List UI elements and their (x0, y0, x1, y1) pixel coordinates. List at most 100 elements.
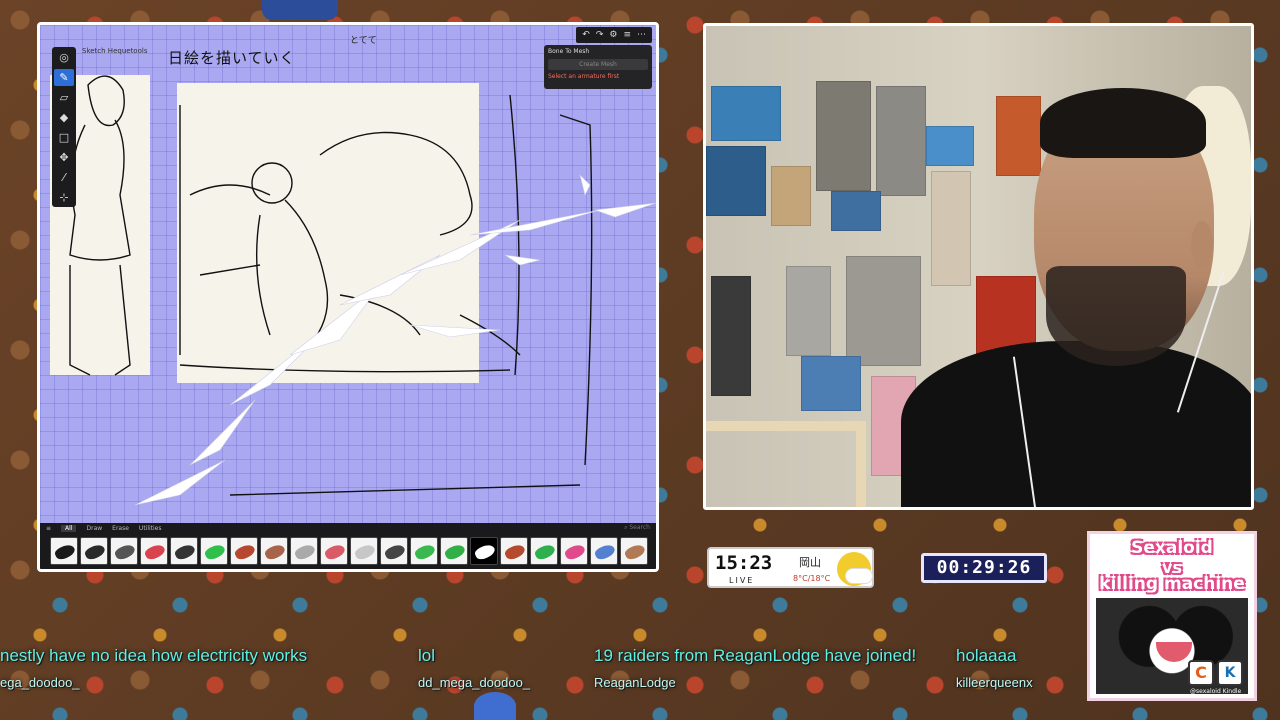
brush-stroke-icon (143, 542, 167, 562)
select-tool-icon[interactable]: ◎ (54, 49, 74, 66)
redo-icon[interactable]: ↷ (596, 30, 604, 40)
brush-green-brush[interactable] (200, 537, 228, 565)
brush-brown-brush[interactable] (260, 537, 288, 565)
brush-red-brush[interactable] (140, 537, 168, 565)
brush-green-brush-4[interactable] (530, 537, 558, 565)
brush-pink-red-brush[interactable] (320, 537, 348, 565)
sun-cloud-icon (837, 552, 873, 586)
temp-high: 18°C (810, 574, 831, 583)
brush-charcoal-brush[interactable] (170, 537, 198, 565)
brush-ink-brush[interactable] (50, 537, 78, 565)
tool-hint: Sketch Hequetools (82, 47, 148, 55)
promo-caption: @sexaloid Kindle (1190, 688, 1242, 695)
eraser-tool-icon[interactable]: ▱ (54, 89, 74, 106)
promo-title-1: Sexaloid (1131, 538, 1213, 558)
brush-ink-brush-2[interactable] (80, 537, 108, 565)
brush-row (50, 537, 648, 565)
brush-search-placeholder: Search (629, 524, 650, 531)
ref-figure-legs (69, 264, 131, 376)
fill-tool-icon[interactable]: ◆ (54, 109, 74, 126)
pen-cup (711, 276, 751, 396)
person-beard (1046, 266, 1186, 366)
brush-search[interactable]: ⌕ Search (624, 524, 650, 532)
shape-tool-icon[interactable]: □ (54, 129, 74, 146)
shard-1 (134, 459, 226, 506)
promo-title-2: killing machine (1099, 574, 1245, 594)
tab-erase[interactable]: Erase (112, 525, 129, 532)
brush-stroke-icon (563, 542, 587, 562)
art-app-window: 日絵を描いていく とてて Sketch Hequetools ◎ ✎ ▱ ◆ □… (37, 22, 659, 572)
bone-to-mesh-panel: Bone To Mesh Create Mesh Select an armat… (544, 45, 652, 89)
ref-figure-body (69, 119, 131, 261)
top-sprite (262, 0, 338, 20)
tab-all[interactable]: All (61, 525, 77, 532)
transform-tool-icon[interactable]: ✥ (54, 149, 74, 166)
brush-stroke-icon (83, 542, 107, 562)
shard-9 (409, 324, 501, 338)
brush-pink-brush[interactable] (560, 537, 588, 565)
panel-warning: Select an armature first (548, 73, 620, 80)
sketch-arm (319, 131, 473, 236)
shard-5 (339, 254, 441, 306)
create-mesh-button[interactable]: Create Mesh (548, 59, 648, 70)
shelf (706, 421, 866, 431)
brush-rust-brush[interactable] (230, 537, 258, 565)
brush-hatch-brush[interactable] (380, 537, 408, 565)
brush-rust-brush-2[interactable] (500, 537, 528, 565)
clock-widget: 15:23 LIVE 岡山 8°C/18°C (707, 547, 874, 588)
wall-photo (801, 356, 861, 411)
brush-stroke-icon (623, 542, 647, 562)
brush-stroke-icon (473, 542, 497, 562)
tab-utilities[interactable]: Utilities (139, 525, 162, 532)
more-icon[interactable]: ⋯ (637, 30, 646, 40)
temperature: 8°C/18°C (793, 574, 830, 583)
live-label: LIVE (729, 576, 755, 585)
brush-tabs: ≡ All Draw Erase Utilities (40, 523, 656, 534)
layers-icon[interactable]: ≡ (623, 30, 631, 40)
chat-message: nestly have no idea how electricity work… (0, 646, 308, 665)
wall-photo (931, 171, 971, 286)
menu-icon[interactable]: ≡ (46, 525, 51, 532)
brush-splatter-brush[interactable] (470, 537, 498, 565)
wall-photo (711, 86, 781, 141)
wall-photo (846, 256, 921, 366)
shard-6 (399, 219, 521, 276)
brush-stroke-icon (53, 542, 77, 562)
brush-stroke-icon (233, 542, 257, 562)
brush-green-brush-2[interactable] (410, 537, 438, 565)
wall-photo (816, 81, 871, 191)
wall-photo (996, 96, 1041, 176)
brush-tool-icon[interactable]: ✎ (54, 69, 74, 86)
brush-stroke-icon (203, 542, 227, 562)
brush-green-brush-3[interactable] (440, 537, 468, 565)
brush-stroke-icon (293, 542, 317, 562)
c-logo-icon: C (1188, 660, 1214, 686)
chat-username: ReaganLodge (594, 675, 676, 690)
brush-pencil-brush[interactable] (110, 537, 138, 565)
brush-stroke-icon (593, 542, 617, 562)
chat-username: dd_mega_doodoo_ (418, 675, 531, 690)
lasso-tool-icon[interactable]: ⊹ (54, 189, 74, 206)
brush-stroke-icon (533, 542, 557, 562)
brush-tan-brush[interactable] (620, 537, 648, 565)
panel-title: Bone To Mesh (548, 48, 590, 55)
webcam-feed (703, 23, 1254, 510)
shard-11 (504, 254, 541, 266)
brush-light-brush[interactable] (350, 537, 378, 565)
brush-stroke-icon (503, 542, 527, 562)
top-right-toolbar: ↶ ↷ ⚙ ≡ ⋯ (576, 27, 652, 43)
brush-stroke-icon (413, 542, 437, 562)
brush-stroke-icon (263, 542, 287, 562)
chat-username: killeerqueenx (956, 675, 1033, 690)
ref-figure-head (87, 75, 125, 127)
wall-photo (706, 146, 766, 216)
brush-blue-brush[interactable] (590, 537, 618, 565)
chat-message: holaaaa (956, 646, 1017, 665)
brush-grey-brush[interactable] (290, 537, 318, 565)
chat-username: ega_doodoo_ (0, 675, 80, 690)
tab-draw[interactable]: Draw (86, 525, 102, 532)
eyedropper-tool-icon[interactable]: ⁄ (54, 169, 74, 186)
person-body (901, 341, 1251, 507)
settings-icon[interactable]: ⚙ (609, 30, 617, 40)
undo-icon[interactable]: ↶ (582, 30, 590, 40)
